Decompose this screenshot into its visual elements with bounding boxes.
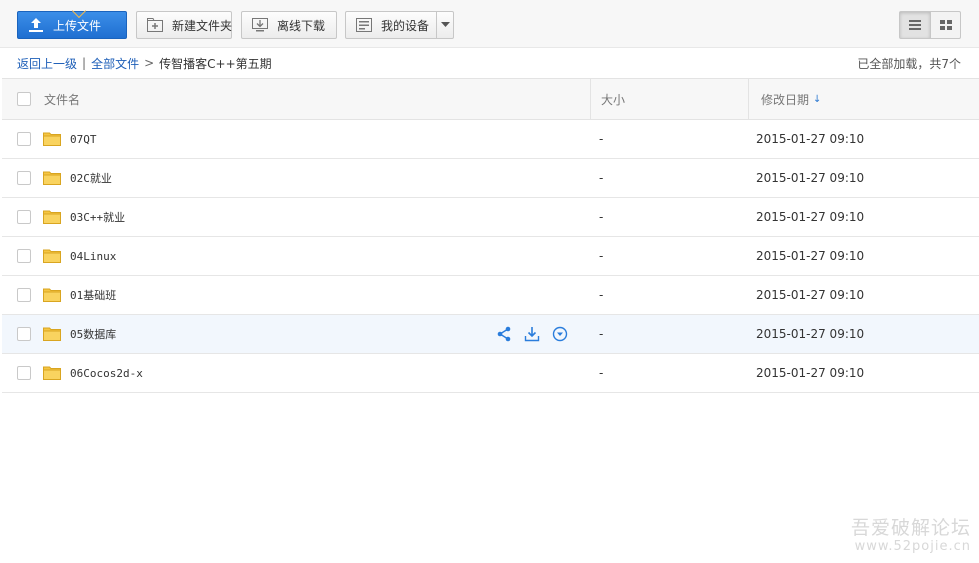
watermark-title: 吾爱破解论坛 [850, 517, 971, 540]
breadcrumb: 返回上一级 | 全部文件 > 传智播客C++第五期 已全部加载，共7个 [0, 49, 979, 77]
upload-icon [27, 17, 45, 33]
my-devices-label: 我的设备 [381, 18, 430, 33]
file-modified: 2015-01-27 09:10 [756, 171, 865, 185]
folder-icon [43, 287, 61, 302]
column-header-modified[interactable]: 修改日期 ↓ [748, 79, 979, 119]
file-name[interactable]: 04Linux [70, 237, 116, 275]
new-folder-icon [146, 17, 164, 33]
toolbar: 上传文件 新建文件夹 离线下载 我的设备 [0, 0, 979, 48]
table-row[interactable]: 05数据库 - 2015-01-27 09:10 [2, 315, 979, 354]
new-folder-label: 新建文件夹 [172, 18, 233, 33]
file-name[interactable]: 02C就业 [70, 159, 112, 197]
row-checkbox[interactable] [17, 288, 31, 302]
watermark-url: www.52pojie.cn [854, 539, 971, 555]
list-view-icon [909, 20, 921, 30]
table-row[interactable]: 01基础班 - 2015-01-27 09:10 [2, 276, 979, 315]
file-name[interactable]: 07QT [70, 120, 97, 158]
row-checkbox[interactable] [17, 327, 31, 341]
new-folder-button[interactable]: 新建文件夹 [136, 11, 232, 39]
file-size: - [599, 366, 604, 380]
folder-icon [43, 131, 61, 146]
breadcrumb-separator: | [82, 56, 87, 70]
offline-download-button[interactable]: 离线下载 [241, 11, 337, 39]
load-status: 已全部加载，共7个 [857, 56, 961, 71]
file-size: - [599, 288, 604, 302]
back-link[interactable]: 返回上一级 [17, 55, 77, 72]
file-name[interactable]: 05数据库 [70, 315, 116, 353]
column-header-size[interactable]: 大小 [590, 79, 750, 119]
upload-button[interactable]: 上传文件 [17, 3, 127, 39]
file-modified: 2015-01-27 09:10 [756, 288, 865, 302]
table-row[interactable]: 02C就业 - 2015-01-27 09:10 [2, 159, 979, 198]
sort-down-icon: ↓ [813, 93, 822, 105]
file-name[interactable]: 03C++就业 [70, 198, 125, 236]
table-row[interactable]: 04Linux - 2015-01-27 09:10 [2, 237, 979, 276]
table-header: 文件名 大小 修改日期 ↓ [2, 78, 979, 120]
breadcrumb-arrow: > [144, 56, 155, 70]
device-icon [355, 17, 373, 33]
file-modified: 2015-01-27 09:10 [756, 327, 865, 341]
file-size: - [599, 249, 604, 263]
row-checkbox[interactable] [17, 249, 31, 263]
file-name[interactable]: 01基础班 [70, 276, 116, 314]
column-header-size-label: 大小 [601, 92, 626, 107]
offline-download-icon [251, 17, 269, 33]
file-size: - [599, 171, 604, 185]
offline-download-label: 离线下载 [277, 18, 326, 33]
folder-icon [43, 170, 61, 185]
row-checkbox[interactable] [17, 132, 31, 146]
table-row[interactable]: 03C++就业 - 2015-01-27 09:10 [2, 198, 979, 237]
folder-icon [43, 365, 61, 380]
folder-icon [43, 248, 61, 263]
row-checkbox[interactable] [17, 210, 31, 224]
devices-dropdown-toggle[interactable] [436, 12, 453, 38]
chevron-down-icon [440, 22, 450, 27]
file-modified: 2015-01-27 09:10 [756, 249, 865, 263]
file-modified: 2015-01-27 09:10 [756, 210, 865, 224]
more-icon[interactable] [552, 326, 568, 342]
all-files-link[interactable]: 全部文件 [91, 55, 139, 72]
row-actions [496, 326, 568, 342]
grid-view-icon [939, 20, 952, 30]
folder-icon [43, 209, 61, 224]
table-row[interactable]: 07QT - 2015-01-27 09:10 [2, 120, 979, 159]
column-header-name[interactable]: 文件名 [44, 79, 80, 119]
file-modified: 2015-01-27 09:10 [756, 132, 865, 146]
upload-label: 上传文件 [53, 18, 102, 33]
row-checkbox[interactable] [17, 366, 31, 380]
row-checkbox[interactable] [17, 171, 31, 185]
select-all-checkbox[interactable] [17, 92, 31, 106]
current-folder: 传智播客C++第五期 [159, 56, 272, 71]
file-size: - [599, 210, 604, 224]
file-name[interactable]: 06Cocos2d-x [70, 354, 143, 392]
download-icon[interactable] [524, 326, 540, 342]
table-row[interactable]: 06Cocos2d-x - 2015-01-27 09:10 [2, 354, 979, 393]
column-header-modified-label: 修改日期 [761, 92, 810, 107]
list-view-button[interactable] [900, 12, 930, 38]
file-size: - [599, 132, 604, 146]
view-mode-toggle [899, 11, 961, 39]
file-modified: 2015-01-27 09:10 [756, 366, 865, 380]
my-devices-button[interactable]: 我的设备 [345, 11, 454, 39]
watermark: 吾爱破解论坛 www.52pojie.cn [850, 517, 971, 555]
file-size: - [599, 327, 604, 341]
file-list: 07QT - 2015-01-27 09:10 02C就业 - 2015-01-… [2, 120, 979, 393]
folder-icon [43, 326, 61, 341]
share-icon[interactable] [496, 326, 512, 342]
grid-view-button[interactable] [930, 12, 960, 38]
